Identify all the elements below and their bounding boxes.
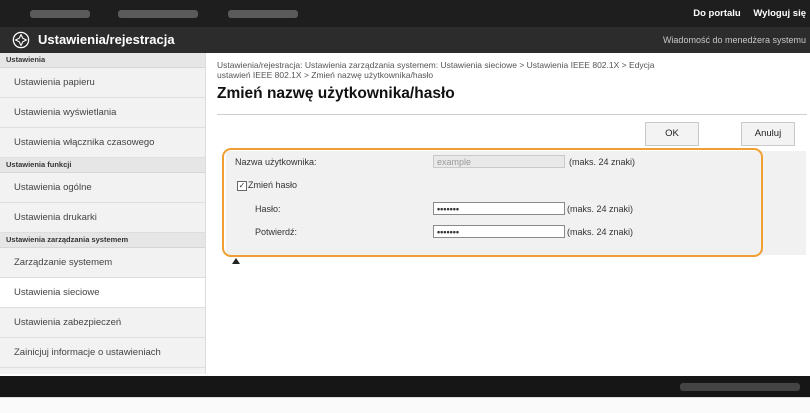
cancel-button[interactable]: Anuluj: [741, 122, 795, 146]
breadcrumb-line-2: ustawień IEEE 802.1X > Zmień nazwę użytk…: [217, 70, 434, 80]
sidebar-item-timer-settings[interactable]: Ustawienia włącznika czasowego: [0, 128, 205, 158]
blurred-device-address: [228, 10, 298, 18]
admin-message-link[interactable]: Wiadomość do menedżera systemu: [663, 35, 806, 45]
sidebar-item-settings-info[interactable]: Zainicjuj informacje o ustawieniach: [0, 338, 205, 368]
sidebar-section-system: Ustawienia zarządzania systemem: [0, 233, 205, 248]
blurred-device-name: [118, 10, 198, 18]
page-title: Zmień nazwę użytkownika/hasło: [217, 85, 455, 102]
sidebar-item-display-settings[interactable]: Ustawienia wyświetlania: [0, 98, 205, 128]
highlight-frame: [222, 148, 763, 257]
breadcrumb-line-1: Ustawienia/rejestracja: Ustawienia zarzą…: [217, 60, 655, 70]
main-content: Ustawienia/rejestracja: Ustawienia zarzą…: [217, 60, 807, 115]
breadcrumb: Ustawienia/rejestracja: Ustawienia zarzą…: [217, 60, 787, 80]
sidebar: Ustawienia Ustawienia papieru Ustawienia…: [0, 53, 206, 374]
bottom-strip: [0, 397, 810, 413]
settings-registration-icon: [12, 31, 30, 49]
blurred-copyright: [680, 383, 800, 391]
sidebar-item-system-management[interactable]: Zarządzanie systemem: [0, 248, 205, 278]
title-bar: Ustawienia/rejestracja Wiadomość do mene…: [0, 27, 810, 53]
back-to-top-icon[interactable]: [232, 258, 240, 264]
sidebar-item-network-settings[interactable]: Ustawienia sieciowe: [0, 278, 205, 308]
sidebar-item-printer-settings[interactable]: Ustawienia drukarki: [0, 203, 205, 233]
app-title: Ustawienia/rejestracja: [38, 32, 175, 47]
sidebar-section-settings: Ustawienia: [0, 53, 205, 68]
portal-link[interactable]: Do portalu: [693, 8, 741, 19]
sidebar-item-paper-settings[interactable]: Ustawienia papieru: [0, 68, 205, 98]
sidebar-section-function: Ustawienia funkcji: [0, 158, 205, 173]
footer: [0, 376, 810, 397]
logout-link[interactable]: Wyloguj się: [753, 8, 806, 19]
title-divider: [217, 114, 807, 115]
blurred-logo: [30, 10, 90, 18]
ok-button[interactable]: OK: [645, 122, 699, 146]
sidebar-item-security-settings[interactable]: Ustawienia zabezpieczeń: [0, 308, 205, 338]
top-links: Do portalu Wyloguj się: [683, 8, 806, 19]
sidebar-item-general-settings[interactable]: Ustawienia ogólne: [0, 173, 205, 203]
top-bar: Do portalu Wyloguj się: [0, 0, 810, 27]
